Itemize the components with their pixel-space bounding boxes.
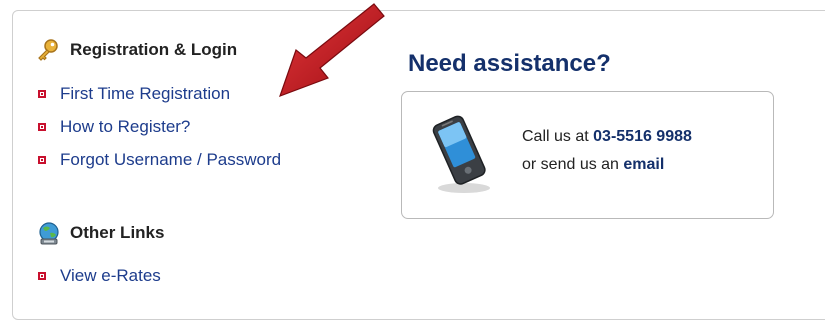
other-links-heading: Other Links (36, 221, 164, 245)
key-icon (36, 38, 60, 62)
link-label[interactable]: First Time Registration (60, 84, 230, 104)
link-forgot-username-password[interactable]: Forgot Username / Password (38, 150, 281, 170)
globe-network-icon (36, 221, 60, 245)
assistance-title: Need assistance? (408, 50, 611, 77)
registration-heading: Registration & Login (36, 38, 237, 62)
link-label[interactable]: How to Register? (60, 117, 190, 137)
phone-number: 03-5516 9988 (593, 128, 692, 145)
assistance-email-line: or send us an email (522, 156, 664, 174)
other-links-heading-label: Other Links (70, 223, 165, 242)
link-how-to-register[interactable]: How to Register? (38, 117, 190, 137)
assistance-call-line: Call us at 03-5516 9988 (522, 128, 692, 146)
email-prefix: or send us an (522, 156, 624, 173)
registration-heading-label: Registration & Login (70, 40, 238, 59)
email-link[interactable]: email (623, 156, 664, 173)
link-view-e-rates[interactable]: View e-Rates (38, 266, 161, 286)
bullet-icon (38, 156, 46, 164)
link-first-time-registration[interactable]: First Time Registration (38, 84, 230, 104)
bullet-icon (38, 123, 46, 131)
link-label[interactable]: View e-Rates (60, 266, 161, 286)
mobile-phone-icon (424, 112, 496, 201)
bullet-icon (38, 90, 46, 98)
bullet-icon (38, 272, 46, 280)
red-arrow-icon (270, 0, 390, 105)
link-label[interactable]: Forgot Username / Password (60, 150, 281, 170)
call-prefix: Call us at (522, 128, 594, 145)
